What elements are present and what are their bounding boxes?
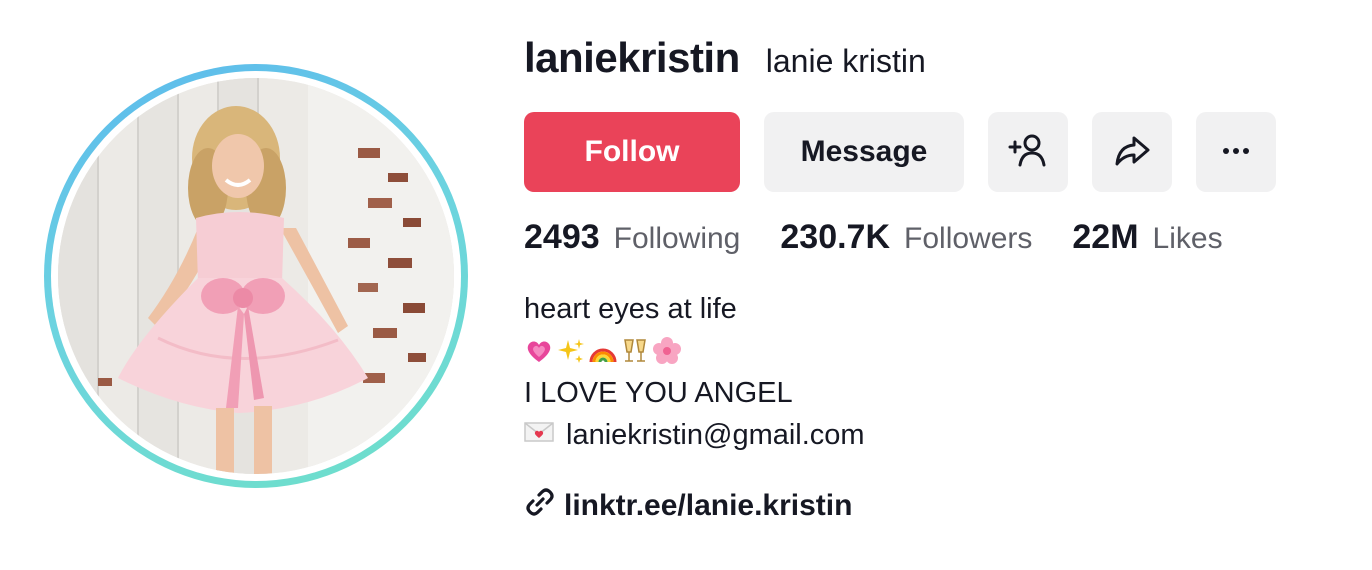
email-text: laniekristin@gmail.com <box>566 419 865 451</box>
clinking-glasses-icon <box>620 336 650 366</box>
profile-link[interactable]: linktr.ee/lanie.kristin <box>524 486 852 526</box>
cherry-blossom-icon <box>652 336 682 366</box>
username: laniekristin <box>524 34 740 81</box>
followers-count: 230.7K <box>780 218 891 256</box>
stat-following[interactable]: 2493 Following <box>524 218 740 257</box>
avatar[interactable] <box>58 78 454 474</box>
profile-stats: 2493 Following 230.7K Followers 22M Like… <box>524 218 1263 257</box>
share-button[interactable] <box>1092 112 1172 192</box>
stat-followers[interactable]: 230.7K Followers <box>780 218 1032 257</box>
avatar-ring <box>44 64 468 488</box>
bio-email: laniekristin@gmail.com <box>524 414 865 456</box>
rainbow-icon <box>588 336 618 366</box>
more-button[interactable] <box>1196 112 1276 192</box>
bio: heart eyes at life I LOVE YOU ANGEL lani… <box>524 288 865 456</box>
followers-label: Followers <box>904 222 1033 255</box>
bio-line: I LOVE YOU ANGEL <box>524 377 793 409</box>
sparkles-icon <box>556 336 586 366</box>
love-letter-icon <box>524 414 554 456</box>
following-count: 2493 <box>524 218 600 256</box>
nickname: lanie kristin <box>765 43 926 79</box>
avatar-border <box>51 71 461 481</box>
share-icon <box>1110 129 1154 176</box>
link-text: linktr.ee/lanie.kristin <box>564 489 853 522</box>
following-label: Following <box>613 222 741 255</box>
link-icon <box>524 486 556 526</box>
profile-header: laniekristin lanie kristin <box>524 34 926 82</box>
add-friend-button[interactable] <box>988 112 1068 192</box>
bio-emoji-row <box>524 330 865 372</box>
message-button[interactable]: Message <box>764 112 964 192</box>
more-icon <box>1214 129 1258 176</box>
likes-label: Likes <box>1152 222 1223 255</box>
growing-heart-icon <box>524 336 554 366</box>
avatar-image <box>58 78 454 474</box>
stat-likes: 22M Likes <box>1072 218 1222 257</box>
follow-button[interactable]: Follow <box>524 112 740 192</box>
likes-count: 22M <box>1072 218 1139 256</box>
bio-line: heart eyes at life <box>524 293 737 325</box>
add-friend-icon <box>1006 129 1050 176</box>
